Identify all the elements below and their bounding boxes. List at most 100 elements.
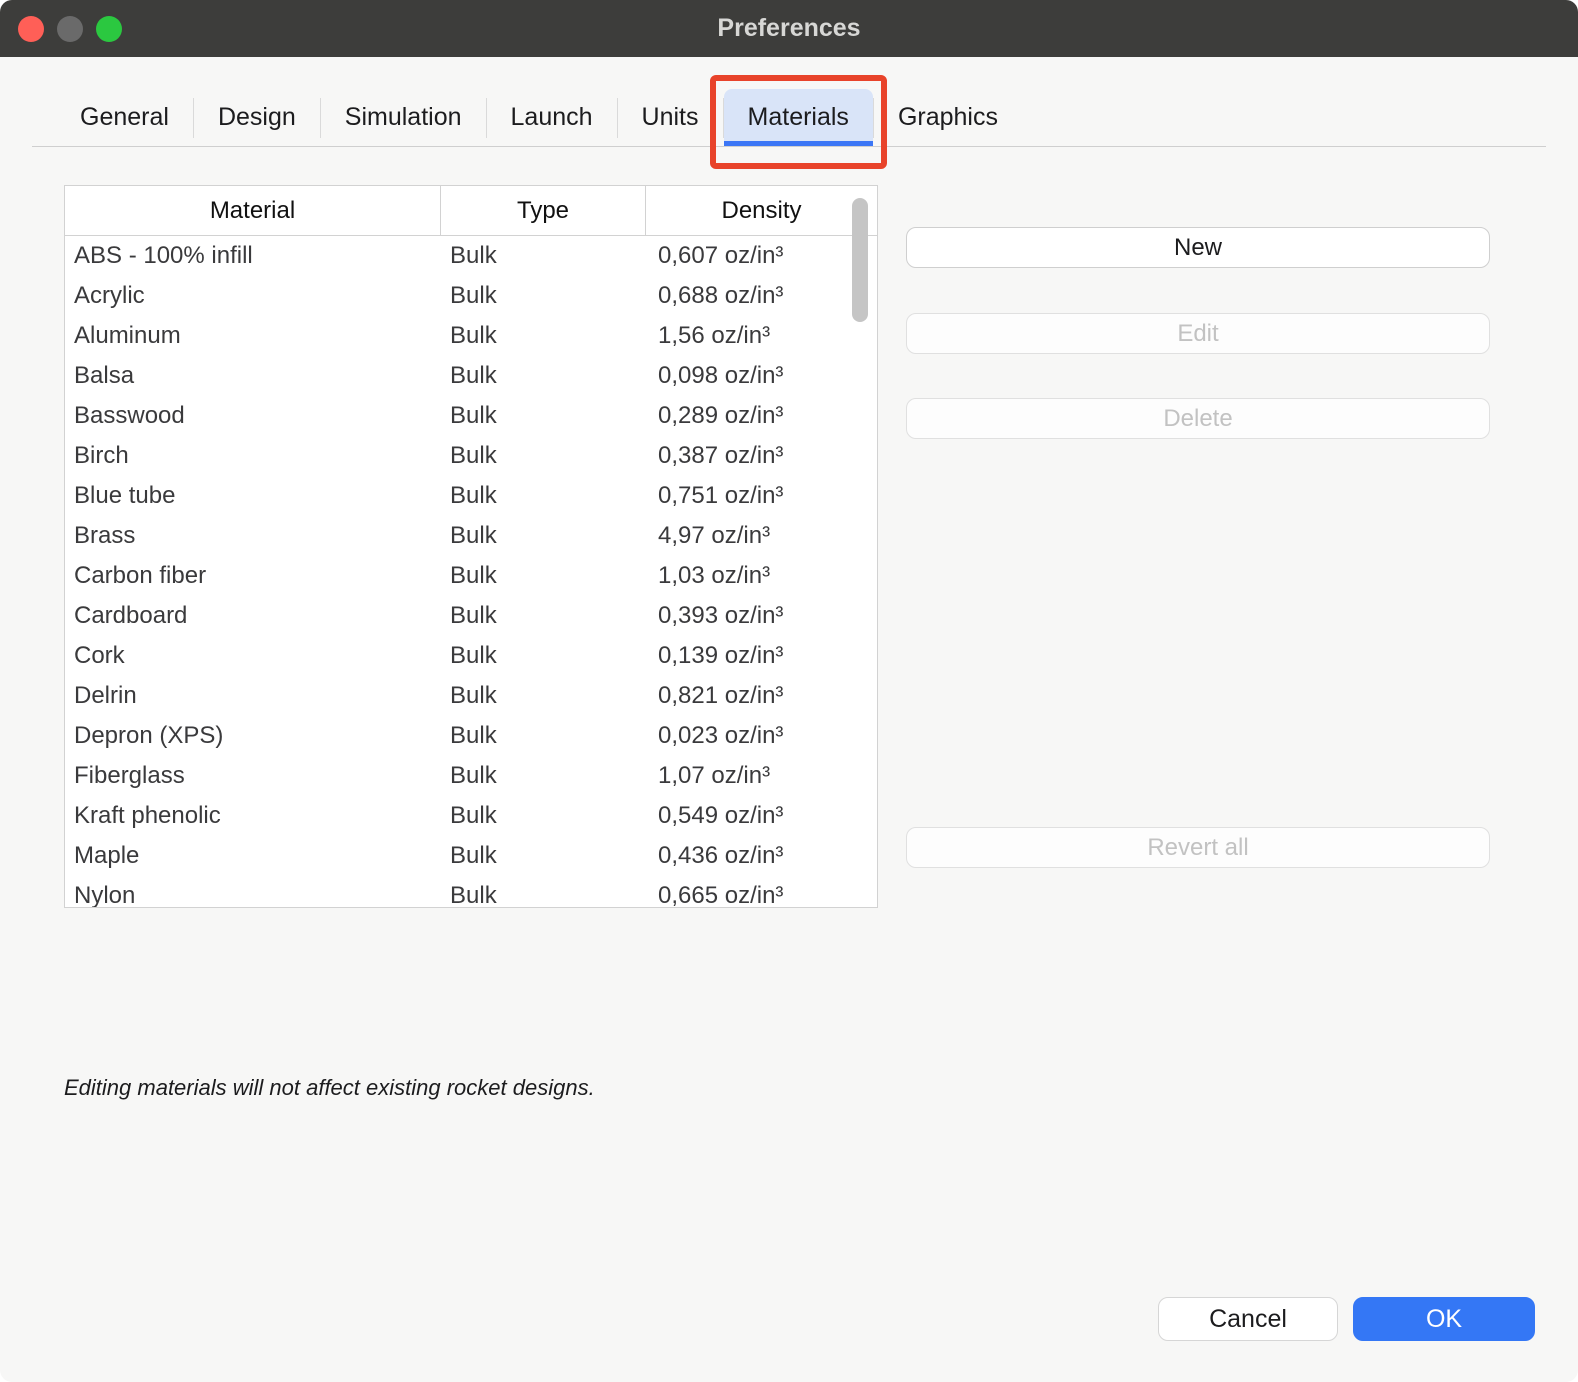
cell-density: 0,436 oz/in³ xyxy=(646,842,877,870)
cell-type: Bulk xyxy=(441,282,646,310)
column-header-material[interactable]: Material xyxy=(65,186,441,235)
vertical-scrollbar-thumb[interactable] xyxy=(852,198,868,322)
new-material-button[interactable]: New xyxy=(906,227,1490,268)
cell-material: Balsa xyxy=(65,362,441,390)
table-row[interactable]: DelrinBulk0,821 oz/in³ xyxy=(65,676,877,716)
tab-wrap-units: Units xyxy=(618,89,723,146)
cell-material: Cork xyxy=(65,642,441,670)
cell-material: Delrin xyxy=(65,682,441,710)
cancel-button[interactable]: Cancel xyxy=(1158,1297,1338,1341)
cell-density: 1,56 oz/in³ xyxy=(646,322,877,350)
cell-material: Carbon fiber xyxy=(65,562,441,590)
cell-material: Kraft phenolic xyxy=(65,802,441,830)
cell-type: Bulk xyxy=(441,762,646,790)
table-row[interactable]: Depron (XPS)Bulk0,023 oz/in³ xyxy=(65,716,877,756)
cell-density: 0,751 oz/in³ xyxy=(646,482,877,510)
cell-material: Acrylic xyxy=(65,282,441,310)
tab-graphics[interactable]: Graphics xyxy=(874,89,1022,146)
cell-type: Bulk xyxy=(441,482,646,510)
table-row[interactable]: Carbon fiberBulk1,03 oz/in³ xyxy=(65,556,877,596)
tab-wrap-simulation: Simulation xyxy=(321,89,486,146)
table-row[interactable]: BalsaBulk0,098 oz/in³ xyxy=(65,356,877,396)
cell-type: Bulk xyxy=(441,242,646,270)
table-row[interactable]: FiberglassBulk1,07 oz/in³ xyxy=(65,756,877,796)
cell-density: 0,139 oz/in³ xyxy=(646,642,877,670)
table-row[interactable]: AluminumBulk1,56 oz/in³ xyxy=(65,316,877,356)
cell-material: Fiberglass xyxy=(65,762,441,790)
tab-wrap-graphics: Graphics xyxy=(874,89,1022,146)
tab-simulation[interactable]: Simulation xyxy=(321,89,486,146)
cell-density: 1,03 oz/in³ xyxy=(646,562,877,590)
cell-type: Bulk xyxy=(441,642,646,670)
delete-material-button[interactable]: Delete xyxy=(906,398,1490,439)
table-body: ABS - 100% infillBulk0,607 oz/in³Acrylic… xyxy=(65,236,877,908)
table-row[interactable]: Blue tubeBulk0,751 oz/in³ xyxy=(65,476,877,516)
cell-material: ABS - 100% infill xyxy=(65,242,441,270)
cell-type: Bulk xyxy=(441,442,646,470)
cell-material: Nylon xyxy=(65,882,441,908)
table-row[interactable]: CardboardBulk0,393 oz/in³ xyxy=(65,596,877,636)
window-title: Preferences xyxy=(717,14,860,43)
tab-bar: GeneralDesignSimulationLaunchUnitsMateri… xyxy=(32,89,1546,147)
table-row[interactable]: AcrylicBulk0,688 oz/in³ xyxy=(65,276,877,316)
cell-type: Bulk xyxy=(441,402,646,430)
table-row[interactable]: NylonBulk0,665 oz/in³ xyxy=(65,876,877,908)
cell-type: Bulk xyxy=(441,842,646,870)
cell-type: Bulk xyxy=(441,562,646,590)
cell-material: Basswood xyxy=(65,402,441,430)
cell-material: Brass xyxy=(65,522,441,550)
cell-type: Bulk xyxy=(441,522,646,550)
table-row[interactable]: Kraft phenolicBulk0,549 oz/in³ xyxy=(65,796,877,836)
table-row[interactable]: BirchBulk0,387 oz/in³ xyxy=(65,436,877,476)
cell-density: 0,549 oz/in³ xyxy=(646,802,877,830)
cell-type: Bulk xyxy=(441,882,646,908)
cell-density: 0,688 oz/in³ xyxy=(646,282,877,310)
table-row[interactable]: MapleBulk0,436 oz/in³ xyxy=(65,836,877,876)
edit-material-button[interactable]: Edit xyxy=(906,313,1490,354)
materials-note: Editing materials will not affect existi… xyxy=(64,1075,595,1101)
ok-button[interactable]: OK xyxy=(1353,1297,1535,1341)
minimize-window-button[interactable] xyxy=(57,16,83,42)
cell-type: Bulk xyxy=(441,722,646,750)
cell-density: 0,387 oz/in³ xyxy=(646,442,877,470)
cell-type: Bulk xyxy=(441,802,646,830)
cell-material: Maple xyxy=(65,842,441,870)
cell-density: 0,289 oz/in³ xyxy=(646,402,877,430)
cell-density: 0,607 oz/in³ xyxy=(646,242,877,270)
close-window-button[interactable] xyxy=(18,16,44,42)
zoom-window-button[interactable] xyxy=(96,16,122,42)
tab-wrap-design: Design xyxy=(194,89,320,146)
cell-type: Bulk xyxy=(441,362,646,390)
tab-general[interactable]: General xyxy=(56,89,193,146)
cell-material: Cardboard xyxy=(65,602,441,630)
table-header-row: Material Type Density xyxy=(65,186,877,236)
cell-material: Aluminum xyxy=(65,322,441,350)
tab-design[interactable]: Design xyxy=(194,89,320,146)
cell-density: 0,098 oz/in³ xyxy=(646,362,877,390)
window-controls xyxy=(18,0,122,57)
cell-density: 0,023 oz/in³ xyxy=(646,722,877,750)
column-header-type[interactable]: Type xyxy=(441,186,646,235)
cell-type: Bulk xyxy=(441,322,646,350)
preferences-window: Preferences GeneralDesignSimulationLaunc… xyxy=(0,0,1578,1382)
table-row[interactable]: ABS - 100% infillBulk0,607 oz/in³ xyxy=(65,236,877,276)
tab-wrap-general: General xyxy=(56,89,193,146)
materials-table: Material Type Density ABS - 100% infillB… xyxy=(64,185,878,908)
table-row[interactable]: BasswoodBulk0,289 oz/in³ xyxy=(65,396,877,436)
cell-material: Depron (XPS) xyxy=(65,722,441,750)
cell-type: Bulk xyxy=(441,682,646,710)
tab-units[interactable]: Units xyxy=(618,89,723,146)
cell-density: 0,821 oz/in³ xyxy=(646,682,877,710)
cell-density: 0,665 oz/in³ xyxy=(646,882,877,908)
table-row[interactable]: CorkBulk0,139 oz/in³ xyxy=(65,636,877,676)
title-bar: Preferences xyxy=(0,0,1578,57)
cell-material: Blue tube xyxy=(65,482,441,510)
table-row[interactable]: BrassBulk4,97 oz/in³ xyxy=(65,516,877,556)
tab-wrap-materials: Materials xyxy=(724,89,873,146)
revert-all-button[interactable]: Revert all xyxy=(906,827,1490,868)
cell-type: Bulk xyxy=(441,602,646,630)
column-header-density[interactable]: Density xyxy=(646,186,877,235)
tab-wrap-launch: Launch xyxy=(487,89,617,146)
tab-launch[interactable]: Launch xyxy=(487,89,617,146)
tab-materials[interactable]: Materials xyxy=(724,89,873,146)
